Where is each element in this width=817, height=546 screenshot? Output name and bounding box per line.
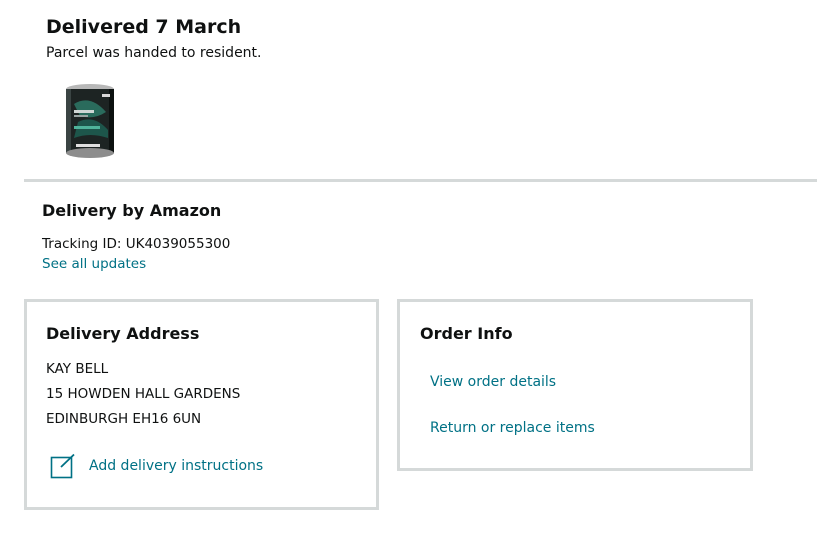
add-delivery-instructions[interactable]: Add delivery instructions bbox=[50, 453, 263, 479]
delivery-address-title: Delivery Address bbox=[46, 324, 200, 343]
return-replace-items-link[interactable]: Return or replace items bbox=[430, 419, 595, 437]
address-city: EDINBURGH EH16 6UN bbox=[46, 411, 202, 427]
status-subtitle: Parcel was handed to resident. bbox=[46, 45, 262, 61]
see-all-updates-link[interactable]: See all updates bbox=[42, 255, 230, 273]
carrier-section: Delivery by Amazon Tracking ID: UK403905… bbox=[42, 200, 230, 273]
order-info-box: Order Info View order details Return or … bbox=[397, 299, 753, 471]
delivery-status: Delivered 7 March Parcel was handed to r… bbox=[46, 14, 262, 62]
view-order-details-link[interactable]: View order details bbox=[430, 373, 556, 391]
address-street: 15 HOWDEN HALL GARDENS bbox=[46, 386, 241, 402]
carrier-title: Delivery by Amazon bbox=[42, 201, 222, 220]
tracking-id: Tracking ID: UK4039055300 bbox=[42, 236, 231, 252]
address-name: KAY BELL bbox=[46, 361, 109, 377]
status-title: Delivered 7 March bbox=[46, 16, 242, 38]
edit-note-icon bbox=[50, 453, 76, 479]
order-info-title: Order Info bbox=[420, 324, 513, 343]
section-divider bbox=[24, 179, 817, 182]
delivery-address-box: Delivery Address KAY BELL 15 HOWDEN HALL… bbox=[24, 299, 379, 510]
product-image[interactable] bbox=[60, 82, 120, 162]
add-delivery-instructions-link[interactable]: Add delivery instructions bbox=[89, 457, 263, 475]
